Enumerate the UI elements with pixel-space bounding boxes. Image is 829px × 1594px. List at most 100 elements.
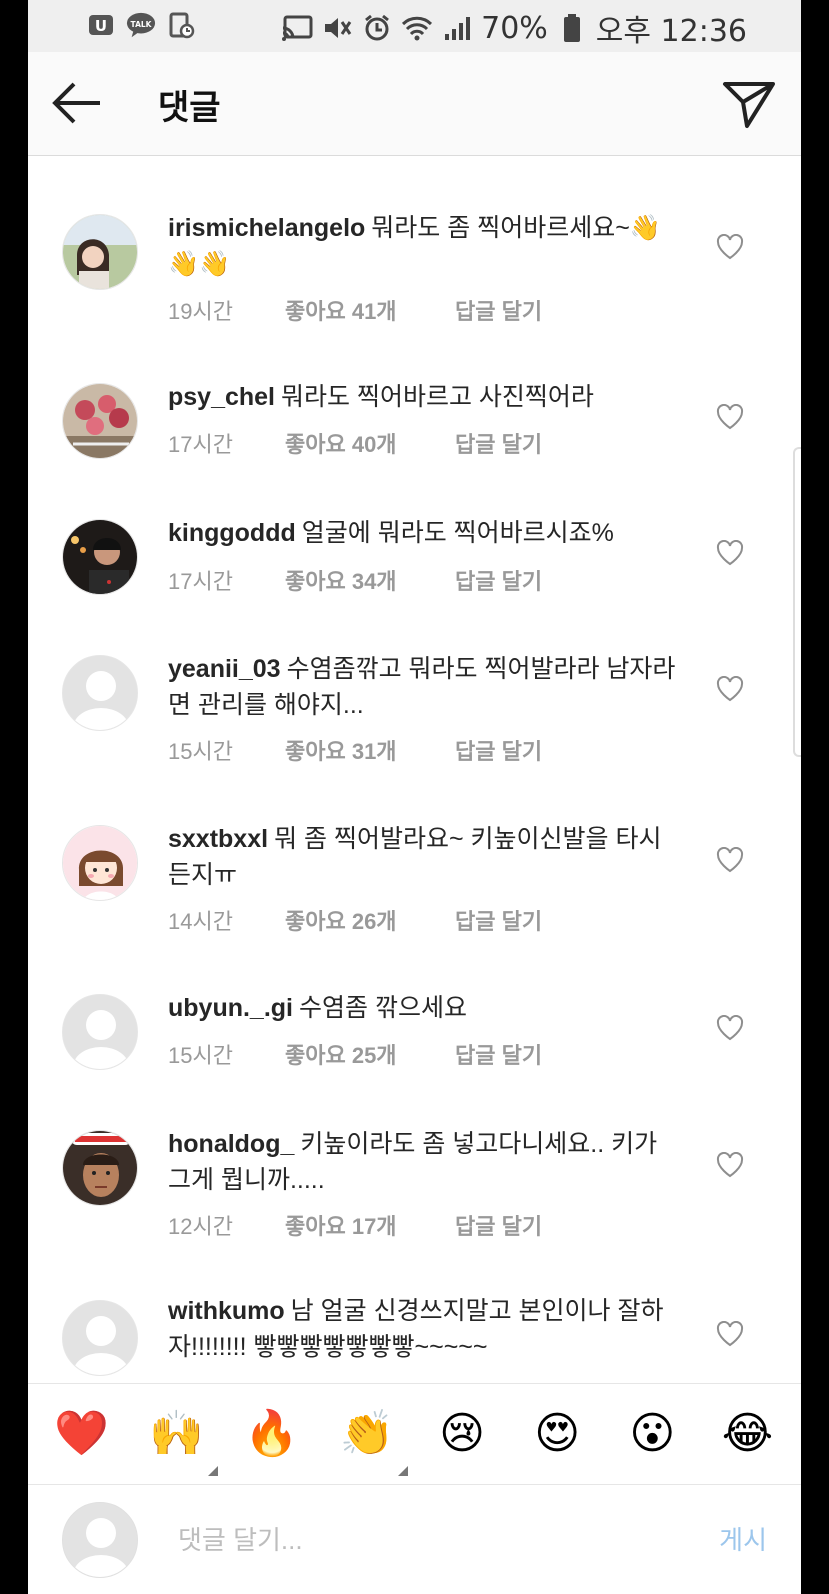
avatar[interactable]	[62, 994, 138, 1070]
comment-likes[interactable]: 좋아요 34개	[285, 564, 455, 596]
tears-of-joy-emoji-button[interactable]: 😂	[712, 1404, 782, 1464]
comment-input[interactable]	[178, 1516, 658, 1564]
skin-tone-indicator-icon	[207, 1466, 218, 1476]
raising-hands-emoji-button[interactable]: 🙌	[142, 1404, 218, 1476]
comment-meta: 19시간 좋아요 41개 답글 달기	[168, 294, 542, 326]
like-heart-icon[interactable]	[716, 233, 744, 260]
like-heart-icon[interactable]	[716, 1320, 744, 1347]
crying-emoji-button[interactable]: 😢	[427, 1404, 497, 1464]
avatar[interactable]	[62, 214, 138, 290]
comment-username[interactable]: honaldog_	[168, 1130, 294, 1158]
signal-icon	[441, 12, 473, 44]
comment-time: 15시간	[168, 739, 233, 764]
clapping-emoji-button[interactable]: 👏	[332, 1404, 408, 1476]
kakaotalk-icon: TALK	[126, 10, 156, 40]
comment-time: 17시간	[168, 569, 233, 594]
default-avatar-icon	[63, 1301, 137, 1375]
comment-meta: 14시간 좋아요 26개 답글 달기	[168, 904, 542, 936]
heart-eyes-emoji-button[interactable]: 😍	[522, 1404, 592, 1464]
comment-username[interactable]: kinggoddd	[168, 519, 296, 547]
comment-username[interactable]: irismichelangelo	[168, 214, 365, 242]
clock-time: 오후 12:36	[595, 14, 747, 49]
like-heart-icon[interactable]	[716, 846, 744, 873]
mute-icon	[321, 12, 353, 44]
header-bar: 댓글	[28, 52, 801, 156]
like-heart-icon[interactable]	[716, 403, 744, 430]
avatar[interactable]	[62, 655, 138, 731]
default-avatar-icon	[63, 995, 137, 1069]
paper-plane-icon	[723, 82, 775, 128]
reply-button[interactable]: 답글 달기	[455, 904, 542, 936]
comment-text: honaldog_ 키높이라도 좀 넣고다니세요.. 키가 그게 뭡니까.....	[168, 1126, 678, 1198]
comment-time: 15시간	[168, 1043, 233, 1068]
kakao-label: TALK	[131, 20, 153, 29]
comment-body: 수염좀 깎으세요	[299, 994, 467, 1022]
back-button[interactable]	[50, 78, 106, 128]
wifi-icon	[401, 12, 433, 44]
like-heart-icon[interactable]	[716, 539, 744, 566]
comment-username[interactable]: withkumo	[168, 1297, 285, 1325]
back-arrow-icon	[52, 82, 100, 124]
avatar[interactable]	[62, 825, 138, 901]
skin-tone-indicator-icon	[397, 1466, 408, 1476]
clapping-emoji: 👏	[339, 1408, 395, 1459]
comment-text: psy_chel 뭐라도 찍어바르고 사진찍어라	[168, 379, 678, 415]
default-avatar-icon	[63, 1503, 137, 1577]
battery-percent: 70%	[481, 10, 548, 46]
comment-meta: 17시간 좋아요 34개 답글 달기	[168, 564, 542, 596]
avatar[interactable]	[62, 383, 138, 459]
avatar[interactable]	[62, 1130, 138, 1206]
comment-time: 14시간	[168, 909, 233, 934]
comment-likes[interactable]: 좋아요 31개	[285, 734, 455, 766]
comment-username[interactable]: sxxtbxxl	[168, 825, 268, 853]
avatar[interactable]	[62, 519, 138, 595]
comment-time: 12시간	[168, 1214, 233, 1239]
raising-hands-emoji: 🙌	[149, 1408, 205, 1459]
comment-username[interactable]: ubyun._.gi	[168, 994, 293, 1022]
post-button[interactable]: 게시	[719, 1520, 767, 1557]
comment-likes[interactable]: 좋아요 41개	[285, 294, 455, 326]
like-heart-icon[interactable]	[716, 1151, 744, 1178]
direct-send-button[interactable]	[721, 76, 777, 132]
reply-button[interactable]: 답글 달기	[455, 564, 542, 596]
comment-likes[interactable]: 좋아요 26개	[285, 904, 455, 936]
comment-text: irismichelangelo 뭐라도 좀 찍어바르세요~👋👋👋	[168, 210, 678, 282]
reply-button[interactable]: 답글 달기	[455, 427, 542, 459]
avatar[interactable]	[62, 1300, 138, 1376]
alarm-icon	[361, 12, 393, 44]
u-plus-icon: U	[86, 10, 116, 40]
comment-username[interactable]: psy_chel	[168, 383, 275, 411]
comment-likes[interactable]: 좋아요 17개	[285, 1209, 455, 1241]
comment-username[interactable]: yeanii_03	[168, 655, 281, 683]
comment-input-bar: 게시	[28, 1486, 801, 1594]
comment-meta: 15시간 좋아요 25개 답글 달기	[168, 1038, 542, 1070]
comment-likes[interactable]: 좋아요 40개	[285, 427, 455, 459]
comment-body: 얼굴에 뭐라도 찍어바르시죠%	[301, 519, 614, 547]
fire-emoji-button[interactable]: 🔥	[237, 1404, 307, 1464]
comment-text: ubyun._.gi 수염좀 깎으세요	[168, 990, 678, 1026]
comment-meta: 12시간 좋아요 17개 답글 달기	[168, 1209, 542, 1241]
default-avatar-icon	[63, 656, 137, 730]
comment-time: 17시간	[168, 432, 233, 457]
like-heart-icon[interactable]	[716, 675, 744, 702]
heart-emoji-button[interactable]: ❤️	[47, 1404, 117, 1464]
current-user-avatar	[62, 1502, 138, 1578]
comment-likes[interactable]: 좋아요 25개	[285, 1038, 455, 1070]
like-heart-icon[interactable]	[716, 1014, 744, 1041]
surprised-emoji-button[interactable]: 😮	[617, 1404, 687, 1464]
comment-time: 19시간	[168, 299, 233, 324]
reply-button[interactable]: 답글 달기	[455, 1038, 542, 1070]
reply-button[interactable]: 답글 달기	[455, 734, 542, 766]
reply-button[interactable]: 답글 달기	[455, 1209, 542, 1241]
comment-text: sxxtbxxl 뭐 좀 찍어발라요~ 키높이신발을 타시든지ㅠ	[168, 821, 678, 893]
comment-body: 뭐라도 찍어바르고 사진찍어라	[281, 383, 594, 411]
reply-button[interactable]: 답글 달기	[455, 294, 542, 326]
quick-emoji-bar: ❤️ 🙌 🔥 👏 😢 😍 😮 😂	[28, 1383, 801, 1485]
comment-text: kinggoddd 얼굴에 뭐라도 찍어바르시죠%	[168, 515, 678, 551]
comment-list[interactable]: irismichelangelo 뭐라도 좀 찍어바르세요~👋👋👋 19시간 좋아…	[28, 157, 801, 1383]
svg-text:U: U	[95, 17, 107, 35]
comment-meta: 15시간 좋아요 31개 답글 달기	[168, 734, 542, 766]
cast-icon	[281, 12, 313, 44]
page-title: 댓글	[158, 88, 221, 128]
scrollbar[interactable]	[793, 447, 801, 757]
